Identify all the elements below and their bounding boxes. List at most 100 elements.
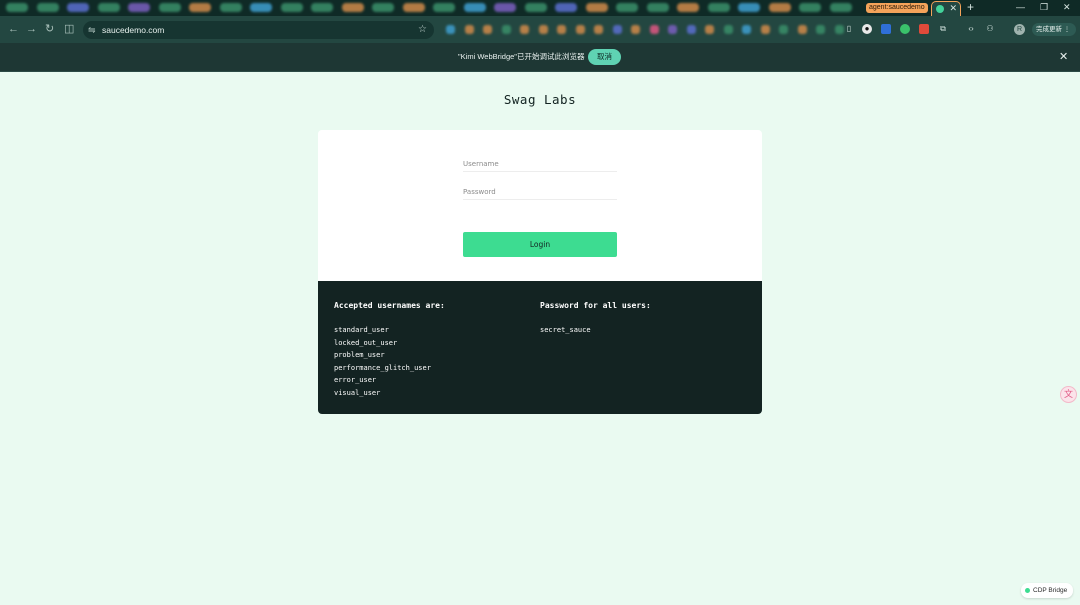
- extension-wechat-icon[interactable]: [900, 24, 910, 34]
- blurred-tab[interactable]: [67, 3, 89, 12]
- blurred-bookmark[interactable]: [705, 25, 714, 34]
- blurred-tab[interactable]: [738, 3, 760, 12]
- blurred-tab[interactable]: [6, 3, 28, 12]
- list-item: locked_out_user: [334, 338, 398, 347]
- blurred-tab[interactable]: [341, 3, 364, 12]
- restore-button[interactable]: ❐: [1040, 0, 1048, 15]
- blurred-tab[interactable]: [616, 3, 638, 12]
- blurred-bookmark[interactable]: [612, 25, 622, 34]
- blurred-bookmark[interactable]: [631, 25, 640, 34]
- tab-favicon-icon: [936, 5, 944, 13]
- blurred-bookmark[interactable]: [446, 25, 455, 34]
- list-item: standard_user: [334, 326, 389, 334]
- blurred-tab[interactable]: [189, 3, 211, 12]
- debug-infobar: "Kimi WebBridge"已开始调试此浏览器 取消 ✕: [0, 43, 1080, 72]
- extension-image-icon[interactable]: [881, 24, 891, 34]
- bookmark-star-icon[interactable]: ☆: [418, 23, 427, 37]
- blurred-bookmark[interactable]: [575, 25, 585, 34]
- usernames-section: Accepted usernames are: standard_user lo…: [334, 300, 445, 400]
- blurred-tab[interactable]: [707, 3, 730, 12]
- tab-close-icon[interactable]: ✕: [949, 2, 957, 14]
- translate-icon[interactable]: 文: [1060, 386, 1077, 403]
- blurred-tab[interactable]: [36, 3, 59, 12]
- incognito-icon[interactable]: ⚇: [985, 24, 995, 34]
- address-url[interactable]: saucedemo.com: [102, 21, 164, 39]
- blurred-bookmark[interactable]: [501, 25, 511, 34]
- infobar-close-icon[interactable]: ✕: [1059, 50, 1068, 64]
- active-tab[interactable]: ✕: [931, 1, 961, 16]
- blurred-bookmark[interactable]: [742, 25, 751, 34]
- blurred-tab[interactable]: [402, 3, 425, 12]
- reload-button[interactable]: ↻: [45, 22, 54, 36]
- blurred-bookmark[interactable]: [723, 25, 733, 34]
- blurred-tab[interactable]: [128, 3, 150, 12]
- blurred-tab[interactable]: [829, 3, 852, 12]
- window-close-button[interactable]: ✕: [1063, 0, 1071, 15]
- app-logo: Swag Labs: [503, 92, 577, 107]
- blurred-bookmark[interactable]: [816, 25, 825, 34]
- blurred-bookmark[interactable]: [557, 25, 566, 34]
- blurred-bookmark[interactable]: [797, 25, 807, 34]
- blurred-tab[interactable]: [280, 3, 303, 12]
- blurred-bookmark[interactable]: [649, 25, 659, 34]
- list-item: performance_glitch_user: [334, 363, 431, 372]
- address-bar[interactable]: ⇋ saucedemo.com ☆: [83, 21, 434, 39]
- blurred-tab[interactable]: [494, 3, 516, 12]
- blurred-tab[interactable]: [524, 3, 547, 12]
- password-section: Password for all users: secret_sauce: [540, 300, 651, 337]
- blurred-bookmark[interactable]: [779, 25, 788, 34]
- blurred-tab[interactable]: [768, 3, 791, 12]
- usernames-list: standard_user locked_out_user problem_us…: [334, 324, 445, 400]
- list-item: problem_user: [334, 351, 385, 360]
- blurred-tab[interactable]: [463, 3, 486, 12]
- blurred-bookmark[interactable]: [483, 25, 492, 34]
- blurred-bookmark[interactable]: [686, 25, 696, 34]
- username-input[interactable]: [463, 156, 617, 172]
- extension-circle-icon[interactable]: ●: [862, 24, 872, 34]
- tab-group-label[interactable]: agent:saucedemo: [866, 3, 928, 13]
- forward-button[interactable]: →: [26, 22, 37, 36]
- blurred-bookmark[interactable]: [538, 25, 548, 34]
- blurred-bookmark[interactable]: [668, 25, 677, 34]
- blurred-tab[interactable]: [646, 3, 669, 12]
- blurred-tab[interactable]: [97, 3, 120, 12]
- blurred-tab[interactable]: [799, 3, 821, 12]
- blurred-bookmark[interactable]: [760, 25, 770, 34]
- blurred-bookmark[interactable]: [834, 25, 844, 34]
- split-view-icon[interactable]: ◫: [64, 22, 74, 36]
- blurred-bookmark[interactable]: [464, 25, 474, 34]
- extensions-puzzle-icon[interactable]: ⧉: [938, 24, 948, 34]
- bookmark-icon[interactable]: ▯: [844, 24, 854, 34]
- update-button[interactable]: 完成更新 ⋮: [1032, 23, 1076, 36]
- credentials-panel: Accepted usernames are: standard_user lo…: [318, 281, 762, 414]
- cdp-bridge-label: CDP Bridge: [1033, 587, 1068, 594]
- minimize-button[interactable]: —: [1016, 0, 1025, 15]
- blurred-bookmark[interactable]: [594, 25, 603, 34]
- devtools-code-icon[interactable]: ‹›: [966, 24, 976, 34]
- login-form: Login: [318, 130, 762, 281]
- browser-toolbar: ← → ↻ ◫ ⇋ saucedemo.com ☆ ▯ ● ⧉ ‹› ⚇ R 完…: [0, 16, 1080, 43]
- blurred-tab[interactable]: [433, 3, 455, 12]
- blurred-bookmark[interactable]: [520, 25, 529, 34]
- status-dot-icon: [1025, 588, 1030, 593]
- login-button[interactable]: Login: [463, 232, 617, 257]
- blurred-tab[interactable]: [585, 3, 608, 12]
- list-item: visual_user: [334, 388, 381, 397]
- profile-avatar[interactable]: R: [1014, 24, 1025, 35]
- blurred-tab[interactable]: [158, 3, 181, 12]
- back-button[interactable]: ←: [8, 22, 19, 36]
- blurred-tab[interactable]: [250, 3, 272, 12]
- site-info-icon[interactable]: ⇋: [88, 24, 96, 36]
- cdp-bridge-badge[interactable]: CDP Bridge: [1021, 583, 1073, 598]
- password-list: secret_sauce: [540, 324, 651, 337]
- blurred-tab[interactable]: [311, 3, 333, 12]
- blurred-tab[interactable]: [555, 3, 577, 12]
- list-item: error_user: [334, 376, 377, 385]
- new-tab-button[interactable]: +: [967, 0, 974, 15]
- blurred-tab[interactable]: [372, 3, 394, 12]
- infobar-cancel-button[interactable]: 取消: [588, 49, 621, 65]
- blurred-tab[interactable]: [219, 3, 242, 12]
- password-input[interactable]: [463, 184, 617, 200]
- extension-red-icon[interactable]: [919, 24, 929, 34]
- blurred-tab[interactable]: [677, 3, 699, 12]
